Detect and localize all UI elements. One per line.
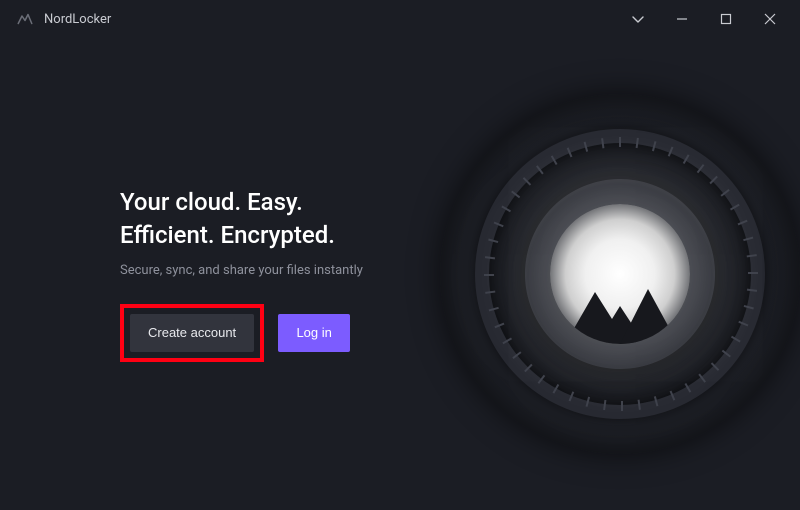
subheadline: Secure, sync, and share your files insta… xyxy=(120,263,400,278)
login-button[interactable]: Log in xyxy=(278,314,350,352)
auth-buttons: Create account Log in xyxy=(120,304,400,362)
app-title: NordLocker xyxy=(44,12,111,27)
content-area: Your cloud. Easy. Efficient. Encrypted. … xyxy=(0,38,800,510)
highlight-annotation: Create account xyxy=(120,304,264,362)
headline: Your cloud. Easy. Efficient. Encrypted. xyxy=(120,186,400,251)
welcome-pane: Your cloud. Easy. Efficient. Encrypted. … xyxy=(0,38,420,510)
vault-dial-illustration xyxy=(400,54,800,494)
maximize-button[interactable] xyxy=(704,3,748,35)
window-controls xyxy=(616,3,792,35)
dial-glow-core xyxy=(550,204,690,344)
artwork-pane xyxy=(420,38,800,510)
titlebar: NordLocker xyxy=(0,0,800,38)
titlebar-left: NordLocker xyxy=(16,10,111,28)
create-account-button[interactable]: Create account xyxy=(130,314,254,352)
headline-line-2: Efficient. Encrypted. xyxy=(120,219,400,251)
app-logo-icon xyxy=(16,10,34,28)
headline-line-1: Your cloud. Easy. xyxy=(120,186,400,218)
close-button[interactable] xyxy=(748,3,792,35)
chevron-down-icon[interactable] xyxy=(616,3,660,35)
minimize-button[interactable] xyxy=(660,3,704,35)
